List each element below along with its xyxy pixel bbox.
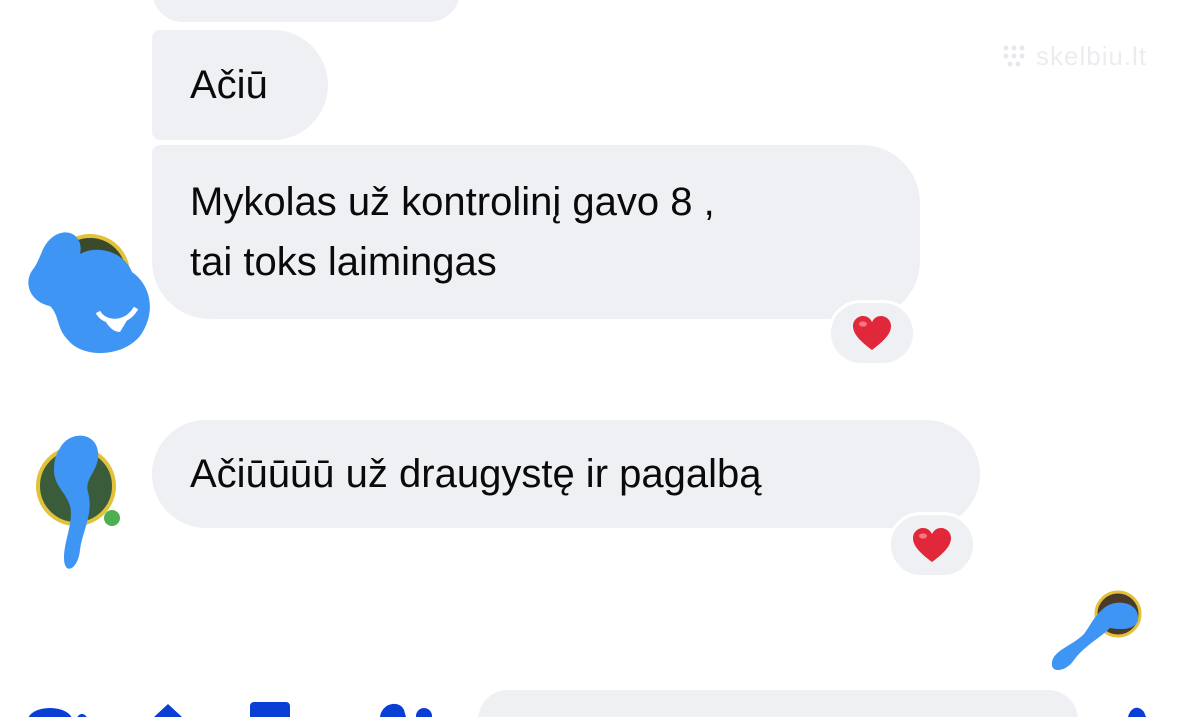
message-bubble[interactable]: Ačiū (152, 30, 328, 140)
bottom-toolbar (0, 690, 1200, 717)
watermark: skelbiu.lt (1000, 38, 1147, 74)
message-text: Ačiūūūū už draugystę ir pagalbą (190, 452, 762, 496)
avatar-scribble (28, 232, 150, 354)
heart-icon (853, 316, 891, 350)
read-receipt-avatar (1044, 590, 1148, 676)
emoji-icon[interactable] (1124, 690, 1148, 717)
microphone-icon (380, 703, 406, 717)
toolbar-menu-icon (28, 708, 72, 717)
message-input[interactable] (478, 690, 1078, 717)
reaction-badge[interactable] (888, 512, 976, 578)
gallery-icon (250, 702, 290, 717)
watermark-dots-icon (1003, 45, 1025, 67)
heart-icon (913, 528, 951, 562)
avatar-scribble (36, 435, 120, 569)
message-text: Mykolas už kontrolinį gavo 8 , tai toks … (190, 180, 715, 284)
avatar[interactable] (30, 430, 130, 572)
toolbar-icons (28, 702, 432, 717)
avatar[interactable] (20, 228, 160, 360)
avatar-scribble (1051, 590, 1142, 671)
message-bubble-partial[interactable] (152, 0, 460, 22)
message-bubble[interactable]: Ačiūūūū už draugystę ir pagalbą (152, 420, 980, 528)
watermark-text: skelbiu.lt (1036, 40, 1148, 71)
camera-icon (154, 704, 182, 717)
chat-screen: skelbiu.lt Ačiū Mykolas už kontrolinį ga… (0, 0, 1200, 717)
reaction-badge[interactable] (828, 300, 916, 366)
message-text: Ačiū (190, 63, 268, 107)
message-bubble[interactable]: Mykolas už kontrolinį gavo 8 , tai toks … (152, 145, 920, 319)
